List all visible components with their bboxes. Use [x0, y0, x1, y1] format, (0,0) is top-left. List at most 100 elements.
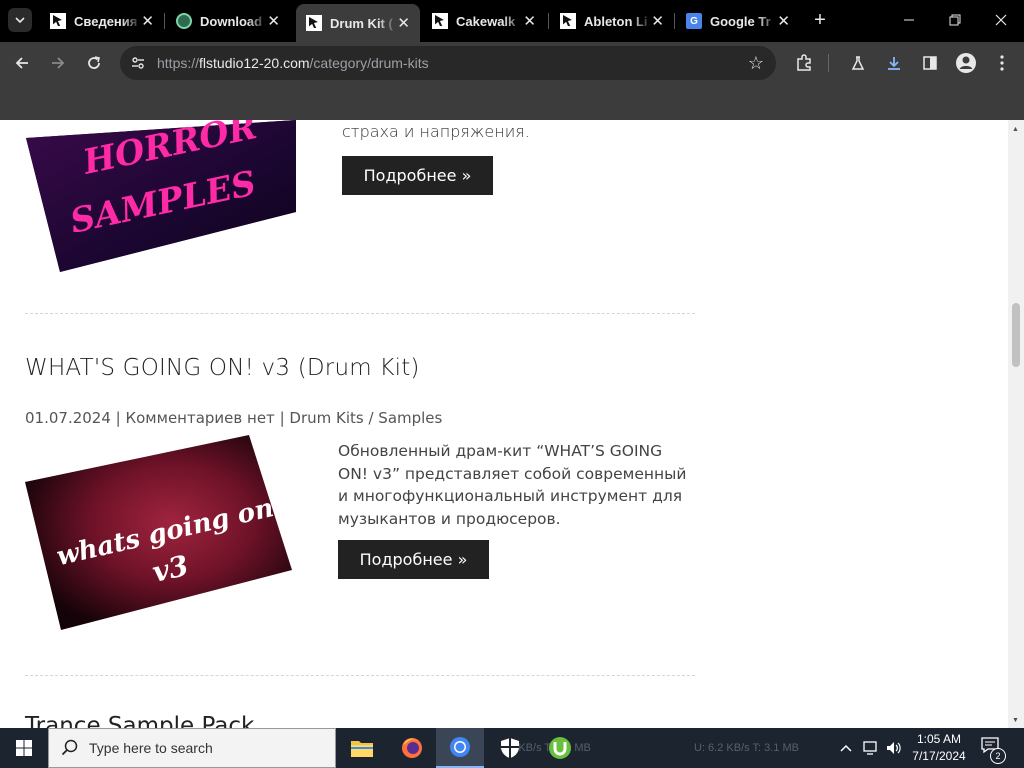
notification-count-badge: 2 [990, 748, 1006, 764]
restore-button[interactable] [932, 0, 978, 40]
toolbar-separator [828, 54, 829, 72]
category-link-samples[interactable]: Samples [378, 409, 442, 427]
tab-search-button[interactable] [8, 8, 32, 32]
flask-icon [851, 56, 865, 70]
back-button[interactable] [10, 51, 34, 75]
tab-1[interactable]: Сведения ✕ [40, 6, 164, 36]
close-icon[interactable]: ✕ [397, 14, 410, 32]
side-panel-button[interactable] [918, 51, 942, 75]
shield-icon [501, 738, 519, 758]
downloads-button[interactable] [882, 51, 906, 75]
previous-post-excerpt: страха и напряжения. [342, 122, 530, 141]
scroll-up-arrow-icon[interactable]: ▲ [1012, 126, 1019, 133]
close-icon[interactable]: ✕ [523, 12, 536, 30]
forward-button[interactable] [46, 51, 70, 75]
windows-taskbar: Type here to search 4.2 KB/s T: 1.1 MB U… [0, 728, 1024, 768]
post-thumbnail-horror-samples[interactable]: HORROR SAMPLES [14, 120, 299, 280]
post-excerpt: Обновленный драм-кит “WHAT’S GOING ON! v… [338, 442, 687, 528]
clock-time: 1:05 AM [916, 732, 962, 746]
address-bar[interactable]: https://flstudio12-20.com/category/drum-… [120, 46, 776, 80]
overlay-speed-text: U: 6.2 KB/s T: 3.1 MB [694, 742, 799, 754]
tab-3-active[interactable]: Drum Kit ( ✕ [296, 4, 420, 42]
system-clock[interactable]: 1:05 AM 7/17/2024 [900, 731, 978, 765]
tab-4[interactable]: Cakewalk ✕ [422, 6, 546, 36]
download-icon [888, 57, 900, 70]
start-button[interactable] [0, 728, 48, 768]
post-title[interactable]: WHAT'S GOING ON! v3 (Drum Kit) [25, 355, 420, 381]
close-icon[interactable]: ✕ [651, 12, 664, 30]
tab-title: Ableton Li [584, 13, 648, 29]
chevron-up-icon [840, 744, 852, 752]
next-post-title[interactable]: Trance Sample Pack [25, 713, 254, 728]
taskbar-search-box[interactable]: Type here to search [48, 728, 336, 768]
labs-button[interactable] [846, 51, 870, 75]
read-more-button[interactable]: Подробнее » [338, 540, 489, 579]
bookmarks-bar [0, 84, 1024, 121]
fl-studio-icon [306, 15, 322, 31]
taskbar-firefox[interactable] [388, 728, 436, 768]
tab-separator [164, 13, 165, 29]
tab-title: Download [200, 13, 263, 29]
taskbar-utorrent[interactable] [536, 728, 584, 768]
tab-strip: Сведения ✕ Download ✕ Drum Kit ( ✕ Cakew… [0, 0, 1024, 42]
taskbar-security[interactable] [486, 728, 534, 768]
post-divider [25, 313, 695, 314]
restore-icon [949, 14, 961, 26]
folder-icon [351, 741, 373, 757]
close-window-button[interactable] [978, 0, 1024, 40]
post-thumbnail-whats-going-on[interactable]: whats going on! v3 [14, 432, 299, 632]
download-site-icon [176, 13, 192, 29]
comments-link[interactable]: Комментариев нет [125, 409, 274, 427]
new-tab-button[interactable]: + [808, 8, 832, 32]
search-icon [61, 739, 78, 756]
close-icon[interactable]: ✕ [267, 12, 280, 30]
reload-button[interactable] [82, 51, 106, 75]
fl-studio-icon [50, 13, 66, 29]
url-path: /category/drum-kits [309, 55, 429, 71]
close-icon [995, 14, 1007, 26]
reload-icon [88, 56, 100, 69]
network-tray[interactable] [860, 728, 882, 768]
read-more-button-previous[interactable]: Подробнее » [342, 156, 493, 195]
chevron-down-icon [15, 17, 25, 24]
post-date: 01.07.2024 [25, 409, 111, 427]
menu-button[interactable] [990, 51, 1014, 75]
page-scrollbar[interactable]: ▲ ▼ [1008, 120, 1024, 728]
close-icon[interactable]: ✕ [141, 12, 154, 30]
category-separator: / [363, 409, 379, 427]
puzzle-icon [797, 54, 811, 71]
taskbar-file-explorer[interactable] [338, 728, 386, 768]
url-host: flstudio12-20.com [199, 55, 310, 71]
tab-separator [548, 13, 549, 29]
chrome-icon [450, 737, 470, 757]
category-link-drum-kits[interactable]: Drum Kits [289, 409, 363, 427]
bookmark-star-icon[interactable]: ☆ [748, 53, 764, 74]
close-icon[interactable]: ✕ [777, 12, 790, 30]
google-translate-icon: G [686, 13, 702, 29]
site-info-icon[interactable] [130, 55, 146, 71]
windows-logo-icon [16, 740, 32, 756]
tab-title: Google Tr [710, 13, 771, 29]
taskbar-chrome[interactable] [436, 728, 484, 768]
utorrent-icon [549, 737, 571, 759]
tab-separator [674, 13, 675, 29]
kebab-menu-icon [1000, 55, 1004, 71]
meta-separator: | [274, 409, 290, 427]
profile-avatar-icon [956, 53, 976, 73]
tab-title: Сведения [74, 13, 138, 29]
minimize-icon [904, 19, 914, 21]
tab-5[interactable]: Ableton Li ✕ [550, 6, 674, 36]
scrollbar-thumb[interactable] [1012, 303, 1020, 367]
profile-button[interactable] [954, 51, 978, 75]
tab-title: Drum Kit ( [330, 15, 393, 31]
side-panel-icon [923, 56, 937, 70]
url-text[interactable]: https://flstudio12-20.com/category/drum-… [157, 55, 429, 71]
extensions-button[interactable] [792, 51, 816, 75]
tab-2[interactable]: Download ✕ [166, 6, 290, 36]
page-content: HORROR SAMPLES страха и напряжения. Подр… [0, 120, 1008, 728]
scroll-down-arrow-icon[interactable]: ▼ [1012, 717, 1019, 724]
tab-6[interactable]: G Google Tr ✕ [676, 6, 800, 36]
minimize-button[interactable] [886, 0, 932, 40]
network-icon [863, 741, 877, 755]
show-hidden-icons[interactable] [836, 728, 856, 768]
